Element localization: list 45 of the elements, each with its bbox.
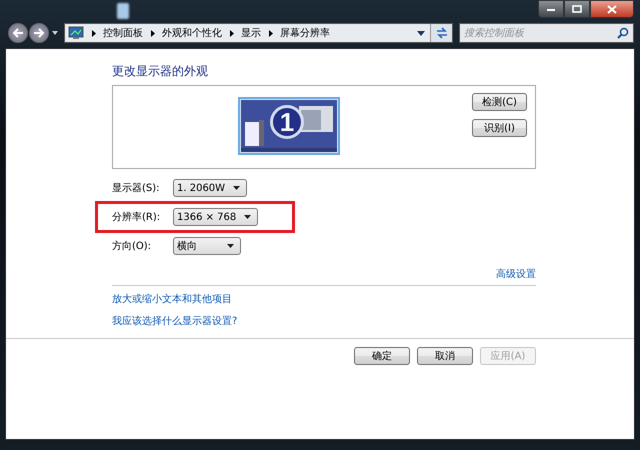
control-panel-icon — [68, 26, 84, 40]
breadcrumb-item[interactable]: 外观和个性化 — [162, 26, 222, 40]
setting-label: 显示器(S): — [112, 182, 161, 195]
search-icon — [617, 27, 629, 39]
dropdown[interactable]: 横向 — [173, 237, 241, 255]
back-button[interactable] — [8, 23, 28, 43]
chevron-icon[interactable] — [151, 30, 155, 36]
maximize-icon — [572, 5, 582, 13]
breadcrumb-item[interactable]: 控制面板 — [103, 26, 143, 40]
dropdown[interactable]: 1. 2060W — [173, 179, 248, 197]
chevron-icon[interactable] — [269, 30, 273, 36]
dialog-button[interactable]: 取消 — [417, 347, 473, 365]
dialog-button[interactable]: 确定 — [354, 347, 410, 365]
forward-button[interactable] — [29, 23, 49, 43]
search-field[interactable]: 搜索控制面板 — [459, 23, 634, 43]
chevron-icon[interactable] — [92, 30, 96, 36]
maximize-button[interactable] — [564, 0, 590, 18]
detect-button[interactable]: 检测(C) — [472, 93, 527, 111]
window-icon — [116, 2, 130, 20]
close-button[interactable] — [590, 0, 634, 18]
breadcrumb-item[interactable]: 屏幕分辨率 — [280, 26, 330, 40]
help-link[interactable]: 放大或缩小文本和其他项目 — [112, 292, 232, 306]
identify-button[interactable]: 识别(I) — [472, 119, 527, 137]
help-link[interactable]: 我应该选择什么显示器设置? — [112, 314, 238, 328]
minimize-icon — [546, 6, 556, 12]
back-arrow-icon — [12, 28, 24, 38]
breadcrumb-item[interactable]: 显示 — [241, 26, 261, 40]
dropdown[interactable]: 1366 × 768 — [173, 208, 258, 226]
dropdown-arrow-icon[interactable] — [52, 31, 58, 35]
chevron-icon[interactable] — [230, 30, 234, 36]
monitor-thumbnail[interactable]: 1 — [238, 97, 340, 155]
dropdown-arrow-icon — [233, 186, 240, 190]
forward-arrow-icon — [33, 28, 45, 38]
address-bar[interactable]: 控制面板 外观和个性化 显示 屏幕分辨率 — [64, 23, 453, 43]
advanced-settings-link[interactable]: 高级设置 — [496, 267, 536, 281]
minimize-button[interactable] — [538, 0, 564, 18]
dropdown-arrow-icon — [244, 215, 252, 219]
close-icon — [607, 4, 617, 14]
setting-label: 分辨率(R): — [112, 210, 162, 224]
setting-label: 方向(O): — [112, 240, 152, 253]
dropdown-arrow-icon[interactable] — [417, 30, 425, 36]
refresh-icon — [434, 27, 448, 39]
dropdown-arrow-icon — [227, 244, 234, 248]
refresh-button[interactable] — [430, 24, 452, 42]
page-heading: 更改显示器的外观 — [112, 63, 209, 79]
